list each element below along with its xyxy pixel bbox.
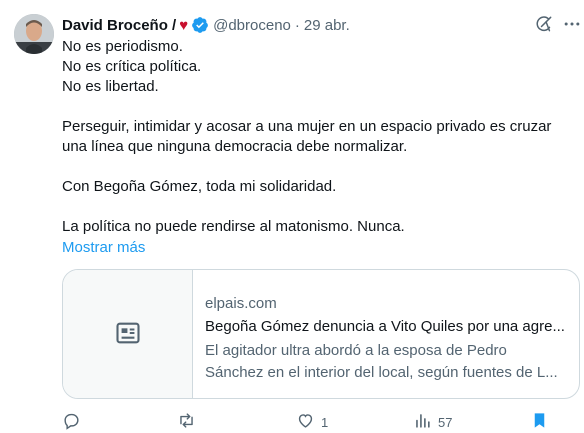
verified-badge-icon: [191, 16, 209, 34]
retweet-button[interactable]: [177, 411, 202, 433]
tweet-line: No es libertad.: [62, 78, 159, 95]
reply-icon: [62, 411, 81, 433]
tweet[interactable]: David Broceño / ♥ @dbroceno · 29 abr. No…: [0, 0, 584, 433]
action-bar: 1 57: [0, 411, 584, 433]
views-count: 57: [438, 414, 453, 430]
bookmark-icon: [530, 411, 549, 433]
like-button[interactable]: 1: [296, 411, 328, 433]
tweet-line: Con Begoña Gómez, toda mi solidaridad.: [62, 178, 337, 195]
author-handle[interactable]: @dbroceno: [213, 17, 291, 34]
separator-dot: ·: [294, 16, 300, 34]
heart-emoji: ♥: [179, 16, 189, 34]
reply-button[interactable]: [62, 411, 87, 433]
card-thumbnail: [63, 270, 193, 398]
grok-icon[interactable]: [534, 14, 554, 34]
link-card[interactable]: elpais.com Begoña Gómez denuncia a Vito …: [62, 269, 580, 399]
tweet-line: una línea que ninguna democracia debe no…: [62, 138, 408, 155]
card-description-line: El agitador ultra abordó a la esposa de …: [205, 342, 507, 359]
tweet-line: Perseguir, intimidar y acosar a una muje…: [62, 118, 552, 135]
card-domain: elpais.com: [205, 295, 277, 312]
show-more-link[interactable]: Mostrar más: [62, 238, 145, 258]
article-icon: [114, 319, 142, 352]
card-title: Begoña Gómez denuncia a Vito Quiles por …: [205, 318, 565, 335]
tweet-line: No es periodismo.: [62, 38, 183, 55]
tweet-line: No es crítica política.: [62, 58, 202, 75]
views-icon: [413, 411, 432, 433]
tweet-line: La política no puede rendirse al matonis…: [62, 218, 405, 235]
like-count: 1: [321, 414, 329, 430]
tweet-header: David Broceño / ♥ @dbroceno · 29 abr.: [62, 14, 350, 36]
card-description: El agitador ultra abordó a la esposa de …: [205, 340, 573, 384]
tweet-body: No es periodismo. No es crítica política…: [62, 37, 562, 237]
tweet-date[interactable]: 29 abr.: [304, 17, 350, 34]
author-name[interactable]: David Broceño /: [62, 17, 176, 34]
views-button[interactable]: 57: [413, 411, 452, 433]
card-text: elpais.com Begoña Gómez denuncia a Vito …: [193, 270, 579, 398]
avatar[interactable]: [14, 14, 54, 54]
bookmark-button[interactable]: [530, 411, 549, 433]
retweet-icon: [177, 411, 196, 433]
card-description-line: Sánchez en el interior del local, según …: [205, 364, 558, 381]
more-icon[interactable]: [562, 14, 582, 34]
like-icon: [296, 411, 315, 433]
